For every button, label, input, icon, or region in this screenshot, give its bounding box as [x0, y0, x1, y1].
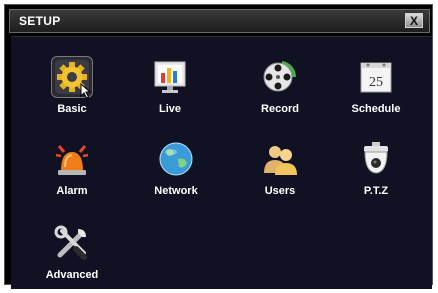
menu-label-ptz: P.T.Z: [363, 185, 389, 197]
menu-item-ptz[interactable]: P.T.Z: [331, 133, 421, 209]
menu-item-network[interactable]: Network: [131, 133, 221, 209]
globe-icon: [159, 142, 193, 176]
menu-label-advanced: Advanced: [45, 269, 99, 281]
menu-label-schedule: Schedule: [351, 103, 401, 115]
menu-item-users[interactable]: Users: [235, 133, 325, 209]
menu-item-basic[interactable]: Basic: [27, 51, 117, 127]
monitor-chart-icon: [154, 61, 186, 93]
users-icon: [264, 146, 297, 175]
film-reel-icon: [263, 61, 297, 92]
menu-label-record: Record: [261, 103, 299, 115]
dome-camera-icon: [364, 142, 388, 174]
menu-item-advanced[interactable]: Advanced: [27, 217, 117, 293]
setup-window: SETUP X Basic Live Record 25 Schedule Al…: [4, 4, 433, 289]
svg-text:25: 25: [369, 75, 383, 90]
menu-label-alarm: Alarm: [56, 185, 88, 197]
window-title: SETUP: [19, 14, 61, 28]
alarm-siren-icon: [55, 145, 89, 175]
svg-text:X: X: [410, 14, 418, 27]
title-bar: SETUP X: [9, 9, 430, 33]
calendar-icon: 25: [360, 62, 392, 93]
tools-icon: [54, 225, 87, 260]
menu-item-alarm[interactable]: Alarm: [27, 133, 117, 209]
menu-label-live: Live: [158, 103, 181, 115]
menu-label-network: Network: [154, 185, 198, 197]
close-icon: X: [410, 14, 418, 27]
menu-item-schedule[interactable]: 25 Schedule: [331, 51, 421, 127]
selection-highlight: [51, 56, 93, 99]
menu-item-record[interactable]: Record: [235, 51, 325, 127]
setup-menu-panel: Basic Live Record 25 Schedule Alarm Netw…: [11, 36, 432, 289]
close-button[interactable]: X: [405, 13, 423, 28]
menu-label-users: Users: [264, 185, 296, 197]
menu-label-basic: Basic: [57, 103, 87, 115]
mouse-cursor-icon: [80, 83, 92, 99]
menu-item-live[interactable]: Live: [125, 51, 215, 127]
